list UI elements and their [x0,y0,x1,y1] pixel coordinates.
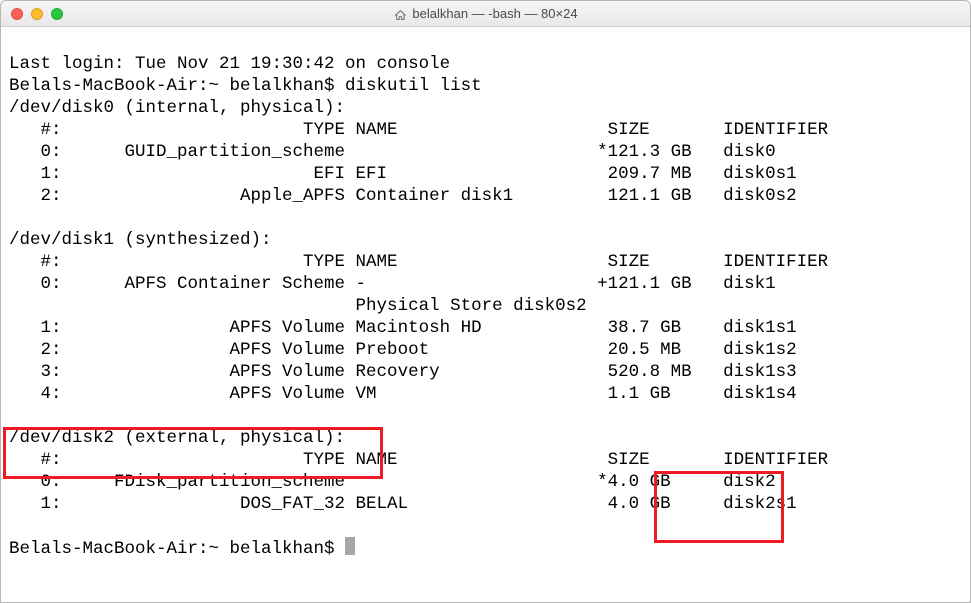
terminal-line: 0: FDisk_partition_scheme *4.0 GB disk2 [9,472,776,492]
terminal-line: #: TYPE NAME SIZE IDENTIFIER [9,450,828,470]
terminal-line: 1: APFS Volume Macintosh HD 38.7 GB disk… [9,318,797,338]
zoom-button[interactable] [51,8,63,20]
terminal-line: Last login: Tue Nov 21 19:30:42 on conso… [9,54,450,74]
terminal-line: 2: APFS Volume Preboot 20.5 MB disk1s2 [9,340,797,360]
home-icon [393,7,406,20]
terminal-line: 3: APFS Volume Recovery 520.8 MB disk1s3 [9,362,797,382]
terminal-line: 1: EFI EFI 209.7 MB disk0s1 [9,164,797,184]
window-controls [11,8,63,20]
terminal-line: /dev/disk2 (external, physical): [9,428,345,448]
terminal-line: 0: APFS Container Scheme - +121.1 GB dis… [9,274,776,294]
terminal-line: Physical Store disk0s2 [9,296,587,316]
cursor [345,537,355,555]
window-title: belalkhan — -bash — 80×24 [393,3,577,25]
prompt-line: Belals-MacBook-Air:~ belalkhan$ [9,539,345,559]
terminal-line: /dev/disk1 (synthesized): [9,230,272,250]
terminal-content[interactable]: Last login: Tue Nov 21 19:30:42 on conso… [1,27,970,603]
terminal-line: 2: Apple_APFS Container disk1 121.1 GB d… [9,186,797,206]
terminal-window: belalkhan — -bash — 80×24 Last login: Tu… [0,0,971,603]
terminal-line: 1: DOS_FAT_32 BELAL 4.0 GB disk2s1 [9,494,797,514]
terminal-line: 4: APFS Volume VM 1.1 GB disk1s4 [9,384,797,404]
terminal-line: Belals-MacBook-Air:~ belalkhan$ diskutil… [9,76,482,96]
minimize-button[interactable] [31,8,43,20]
terminal-line: #: TYPE NAME SIZE IDENTIFIER [9,252,828,272]
close-button[interactable] [11,8,23,20]
terminal-line: #: TYPE NAME SIZE IDENTIFIER [9,120,828,140]
window-title-text: belalkhan — -bash — 80×24 [412,3,577,25]
titlebar[interactable]: belalkhan — -bash — 80×24 [1,1,970,27]
terminal-line: 0: GUID_partition_scheme *121.3 GB disk0 [9,142,776,162]
terminal-line: /dev/disk0 (internal, physical): [9,98,345,118]
